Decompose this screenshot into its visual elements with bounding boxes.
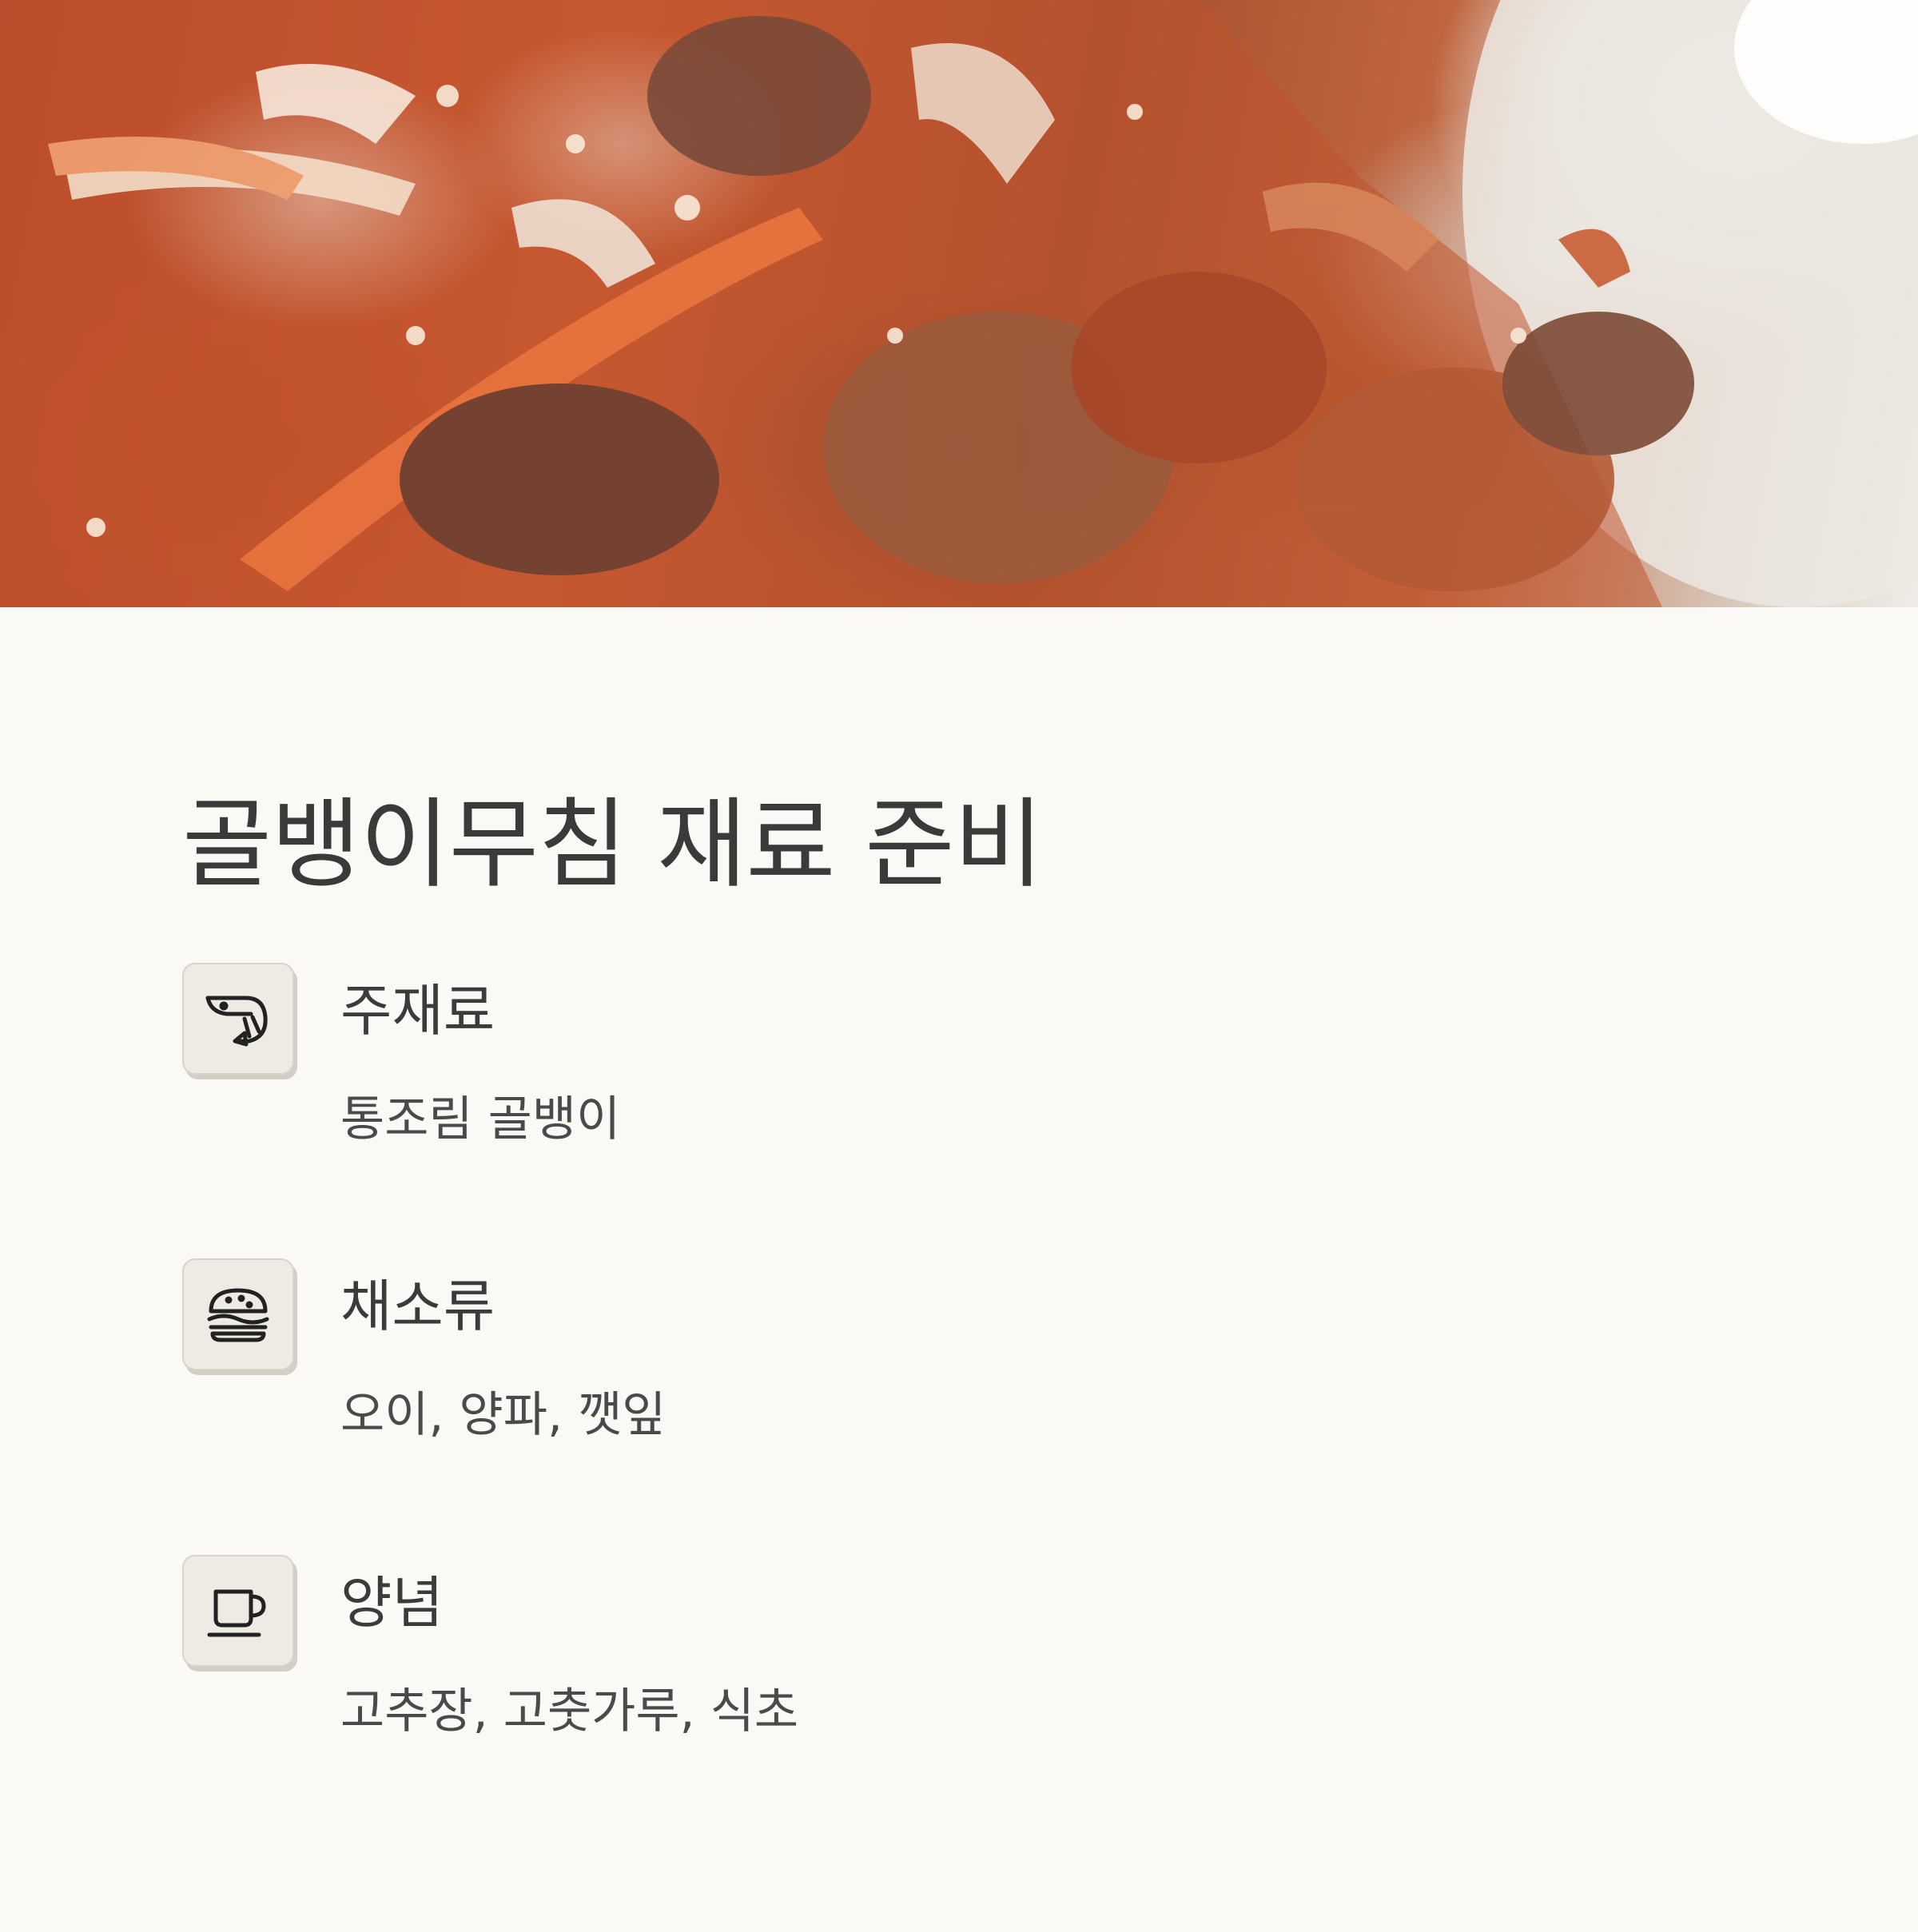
- ingredient-title: 주재료: [340, 978, 495, 1044]
- page-title: 골뱅이무침 재료 준비: [182, 788, 1044, 901]
- hero-food-photo: [0, 0, 1918, 607]
- ingredient-desc: 고추장, 고춧가루, 식초: [340, 1684, 799, 1739]
- shrimp-icon: [182, 963, 294, 1075]
- ingredient-title: 양념: [340, 1570, 444, 1636]
- ingredient-desc: 오이, 양파, 깻잎: [340, 1387, 667, 1443]
- food-photo-illustration: [0, 0, 1918, 607]
- ingredient-desc: 통조림 골뱅이: [340, 1091, 621, 1147]
- burger-icon: [182, 1258, 294, 1370]
- cup-icon: [182, 1555, 294, 1667]
- ingredient-title: 채소류: [340, 1274, 495, 1339]
